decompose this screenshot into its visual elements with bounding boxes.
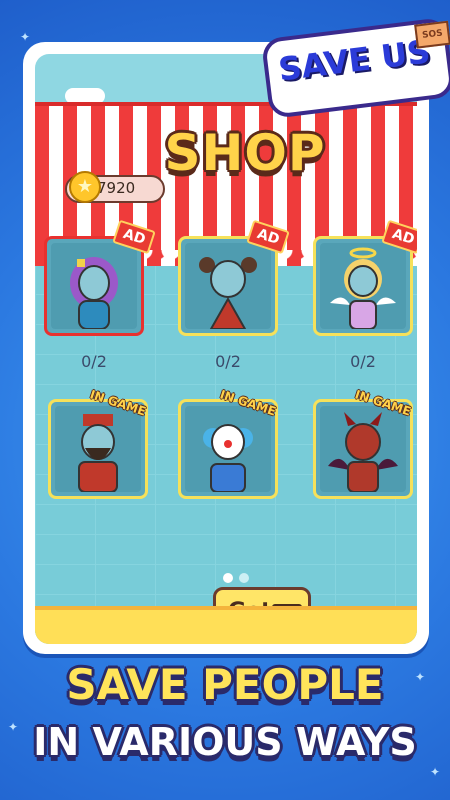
bearded-king-icon <box>78 414 118 492</box>
shop-title: SHOP <box>164 124 326 182</box>
angel-icon <box>330 247 396 329</box>
purple-hair-girl-icon <box>70 257 118 329</box>
devil-icon <box>328 412 398 492</box>
tagline-line2: IN VARIOUS WAYS <box>33 720 417 764</box>
shop-card-purple-hair-girl[interactable]: AD <box>44 219 156 336</box>
page-dot[interactable] <box>239 573 249 583</box>
coin-value: 7920 <box>97 179 136 197</box>
page-indicator <box>223 568 255 587</box>
shop-card-bearded-king[interactable]: IN GAME <box>48 387 148 499</box>
logo-text: SAVE US <box>276 32 433 89</box>
page-dot-active[interactable] <box>223 573 233 583</box>
card-count: 0/2 <box>81 352 107 371</box>
shop-card-angel[interactable]: AD <box>313 219 417 336</box>
tagline-line1: SAVE PEOPLE <box>66 660 384 709</box>
clown-icon <box>203 424 253 492</box>
phone-frame: SHOP 7920 ★ AD 0/2 AD 0/2 AD 0/2 IN GAME… <box>23 42 429 654</box>
shop-card-pigtail-girl[interactable]: AD <box>178 219 290 336</box>
shop-card-clown[interactable]: IN GAME <box>178 387 278 499</box>
pigtail-girl-icon <box>199 257 257 329</box>
star-coin-icon: ★ <box>69 171 101 203</box>
card-count: 0/2 <box>350 352 376 371</box>
sparkle-icon: ✦ <box>20 30 31 44</box>
shop-card-devil[interactable]: IN GAME <box>313 387 413 499</box>
sos-sign: SOS <box>414 20 450 49</box>
shop-screen: SHOP 7920 ★ AD 0/2 AD 0/2 AD 0/2 IN GAME… <box>35 54 417 644</box>
sparkle-icon: ✦ <box>430 765 441 779</box>
ground <box>35 606 417 644</box>
card-count: 0/2 <box>215 352 241 371</box>
